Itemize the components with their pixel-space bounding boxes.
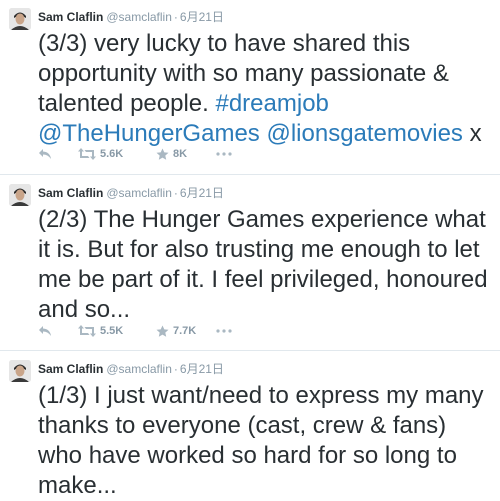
profile-photo-icon — [9, 184, 31, 206]
reply-button[interactable] — [38, 325, 78, 337]
tweet-actions: 5.6K 8K — [38, 144, 246, 164]
retweet-count: 5.6K — [100, 148, 124, 160]
separator: · — [173, 362, 178, 376]
separator: · — [173, 10, 178, 24]
more-button[interactable] — [216, 152, 246, 156]
reply-button[interactable] — [38, 148, 78, 160]
tweet-text: (2/3) The Hunger Games experience what i… — [38, 206, 488, 323]
favorite-count: 8K — [173, 148, 188, 160]
tweet-text-tail: x — [462, 120, 482, 147]
tweet[interactable]: Sam Claflin @samclaflin · 6月21日 (2/3) The H… — [0, 175, 500, 351]
tweet-text: (1/3) I just want/need to express my man… — [38, 382, 484, 499]
retweet-button[interactable]: 5.5K — [78, 325, 156, 337]
author-handle[interactable]: @samclaflin — [106, 362, 172, 376]
tweet[interactable]: Sam Claflin @samclaflin · 6月21日 (3/3) very … — [0, 0, 500, 175]
author-handle[interactable]: @samclaflin — [106, 10, 172, 24]
retweet-icon — [78, 325, 96, 337]
more-dots-icon — [216, 152, 232, 156]
profile-photo-icon — [9, 360, 31, 382]
favorite-count: 7.7K — [173, 325, 197, 337]
tweet-header: Sam Claflin @samclaflin · 6月21日 — [38, 8, 490, 26]
mention-link[interactable]: @lionsgatemovies — [266, 120, 462, 147]
timestamp[interactable]: 6月21日 — [180, 186, 224, 200]
mention-link[interactable]: @TheHungerGames — [38, 120, 260, 147]
timestamp[interactable]: 6月21日 — [180, 362, 224, 376]
tweet-text: (3/3) very lucky to have shared this opp… — [38, 29, 490, 149]
author-name[interactable]: Sam Claflin — [38, 362, 103, 376]
author-handle[interactable]: @samclaflin — [106, 186, 172, 200]
timestamp[interactable]: 6月21日 — [180, 10, 224, 24]
author-name[interactable]: Sam Claflin — [38, 186, 103, 200]
star-icon — [156, 148, 169, 160]
avatar[interactable] — [9, 184, 31, 206]
favorite-button[interactable]: 7.7K — [156, 325, 216, 338]
profile-photo-icon — [9, 8, 31, 30]
tweet-header: Sam Claflin @samclaflin · 6月21日 — [38, 360, 490, 378]
favorite-button[interactable]: 8K — [156, 148, 216, 161]
tweet-header: Sam Claflin @samclaflin · 6月21日 — [38, 184, 490, 202]
retweet-count: 5.5K — [100, 325, 124, 337]
author-name[interactable]: Sam Claflin — [38, 10, 103, 24]
tweet[interactable]: Sam Claflin @samclaflin · 6月21日 (1/3) I jus… — [0, 351, 500, 499]
star-icon — [156, 325, 169, 337]
more-dots-icon — [216, 329, 232, 333]
avatar[interactable] — [9, 360, 31, 382]
more-button[interactable] — [216, 329, 246, 333]
reply-icon — [39, 149, 51, 159]
avatar[interactable] — [9, 8, 31, 30]
hashtag-link[interactable]: #dreamjob — [215, 90, 328, 117]
retweet-icon — [78, 148, 96, 160]
reply-icon — [39, 326, 51, 336]
separator: · — [173, 186, 178, 200]
retweet-button[interactable]: 5.6K — [78, 148, 156, 160]
tweet-actions: 5.5K 7.7K — [38, 321, 246, 341]
